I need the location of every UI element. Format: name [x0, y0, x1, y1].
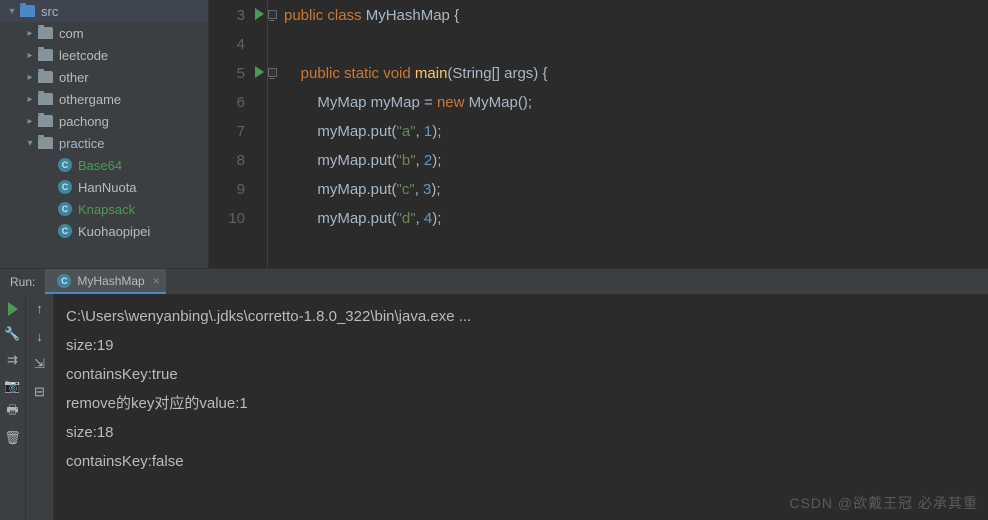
console-line: C:\Users\wenyanbing\.jdks\corretto-1.8.0… — [66, 302, 976, 331]
chevron-right-icon: ▸ — [22, 72, 38, 83]
class-icon: C — [58, 180, 72, 194]
folder-icon — [38, 49, 53, 61]
tree-item-othergame[interactable]: ▸ othergame — [0, 88, 208, 110]
class-icon: C — [58, 158, 72, 172]
console-output[interactable]: C:\Users\wenyanbing\.jdks\corretto-1.8.0… — [54, 294, 988, 520]
class-icon: C — [58, 202, 72, 216]
arrow-down-icon[interactable]: ↓ — [32, 328, 48, 344]
run-toolbar-primary: 🔧 ⇉ 📷 🖶 🗑 — [0, 294, 26, 520]
run-panel-label: Run: — [0, 275, 45, 289]
end-icon[interactable]: ⊟ — [32, 384, 48, 400]
fold-icon[interactable] — [268, 10, 277, 19]
tree-item-com[interactable]: ▸ com — [0, 22, 208, 44]
console-line: remove的key对应的value:1 — [66, 389, 976, 418]
chevron-right-icon: ▸ — [22, 94, 38, 105]
tree-label: Kuohaopipei — [78, 224, 150, 239]
chevron-down-icon: ▾ — [4, 6, 20, 17]
tree-label: Knapsack — [78, 202, 135, 217]
tree-label: leetcode — [59, 48, 108, 63]
folder-icon — [38, 93, 53, 105]
run-toolbar-secondary: ↑ ↓ ⇲ ⊟ — [26, 294, 54, 520]
camera-icon[interactable]: 📷 — [5, 378, 21, 394]
folder-icon — [38, 137, 53, 149]
tree-item-Knapsack[interactable]: C Knapsack — [0, 198, 208, 220]
tree-item-HanNuota[interactable]: C HanNuota — [0, 176, 208, 198]
tree-label: practice — [59, 136, 105, 151]
console-line: containsKey:false — [66, 447, 976, 476]
close-icon[interactable]: × — [153, 274, 160, 288]
console-line: containsKey:true — [66, 360, 976, 389]
run-tab-label: MyHashMap — [77, 274, 144, 288]
code-editor[interactable]: 345678910 public class MyHashMap { publi… — [209, 0, 988, 268]
project-tree[interactable]: ▾ src ▸ com ▸ leetcode ▸ other ▸ othergame ▸ pach… — [0, 0, 209, 268]
folder-icon — [20, 5, 35, 17]
chevron-down-icon: ▾ — [22, 138, 38, 149]
run-icon[interactable] — [8, 302, 18, 316]
chevron-right-icon: ▸ — [22, 50, 38, 61]
class-icon: C — [57, 274, 71, 288]
tree-item-Base64[interactable]: C Base64 — [0, 154, 208, 176]
tree-item-practice[interactable]: ▾ practice — [0, 132, 208, 154]
tree-item-other[interactable]: ▸ other — [0, 66, 208, 88]
class-icon: C — [58, 224, 72, 238]
chevron-right-icon: ▸ — [22, 116, 38, 127]
tree-label: src — [41, 4, 58, 19]
run-tabs: Run: C MyHashMap × — [0, 269, 988, 294]
chevron-right-icon: ▸ — [22, 28, 38, 39]
run-tab[interactable]: C MyHashMap × — [45, 269, 165, 294]
wrap-icon[interactable]: ⇉ — [5, 352, 21, 368]
wrench-icon[interactable]: 🔧 — [5, 326, 21, 342]
console-line: size:18 — [66, 418, 976, 447]
folder-icon — [38, 115, 53, 127]
watermark: CSDN @欲戴王冠 必承其重 — [789, 493, 978, 513]
editor-gutter: 345678910 — [209, 0, 267, 268]
tree-label: com — [59, 26, 84, 41]
tree-item-src[interactable]: ▾ src — [0, 0, 208, 22]
tree-item-Kuohaopipei[interactable]: C Kuohaopipei — [0, 220, 208, 242]
tree-label: HanNuota — [78, 180, 137, 195]
run-line-icon[interactable] — [255, 66, 264, 78]
folder-icon — [38, 71, 53, 83]
print-icon[interactable]: 🖶 — [5, 404, 21, 420]
run-panel: Run: C MyHashMap × 🔧 ⇉ 📷 🖶 🗑 ↑ ↓ ⇲ ⊟ C:\… — [0, 268, 988, 520]
tree-item-leetcode[interactable]: ▸ leetcode — [0, 44, 208, 66]
editor-code[interactable]: public class MyHashMap { public static v… — [267, 0, 547, 268]
tree-label: pachong — [59, 114, 109, 129]
tree-label: othergame — [59, 92, 121, 107]
arrow-up-icon[interactable]: ↑ — [32, 300, 48, 316]
tree-item-pachong[interactable]: ▸ pachong — [0, 110, 208, 132]
tree-label: Base64 — [78, 158, 122, 173]
console-line: size:19 — [66, 331, 976, 360]
tree-label: other — [59, 70, 89, 85]
delete-icon[interactable]: 🗑 — [5, 430, 21, 446]
export-icon[interactable]: ⇲ — [32, 356, 48, 372]
run-line-icon[interactable] — [255, 8, 264, 20]
fold-icon[interactable] — [268, 68, 277, 77]
folder-icon — [38, 27, 53, 39]
